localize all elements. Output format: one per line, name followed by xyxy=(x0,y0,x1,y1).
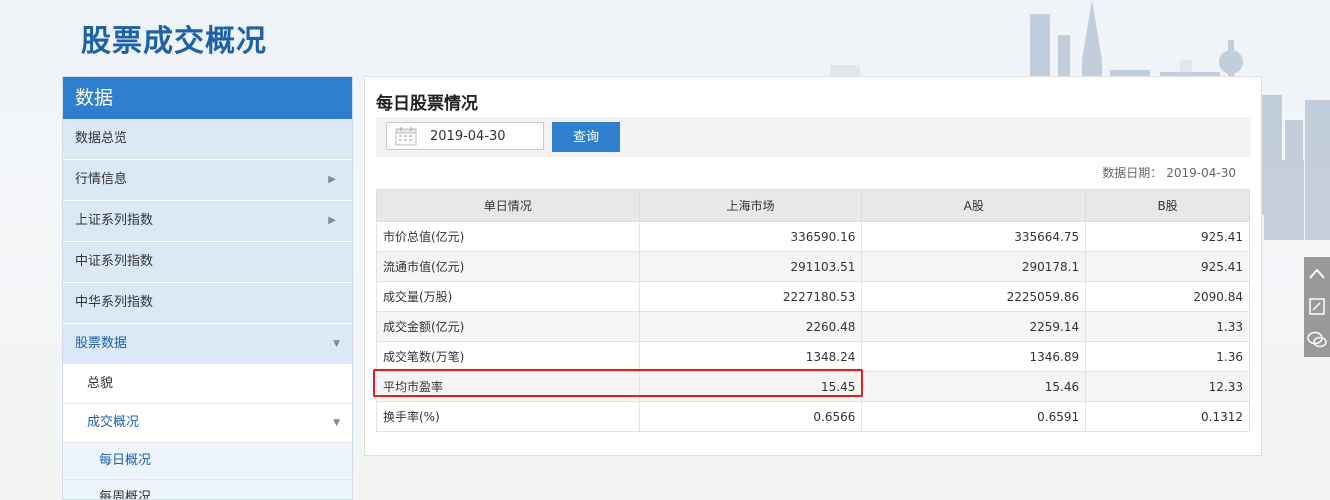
table-row: 换手率(%) 0.6566 0.6591 0.1312 xyxy=(376,401,1250,432)
sidebar-subitem-weekly[interactable]: 每周概况 xyxy=(63,480,352,500)
sidebar-item-label: 中证系列指数 xyxy=(75,254,154,269)
column-header: 单日情况 xyxy=(376,189,640,222)
row-label: 市价总值(亿元) xyxy=(376,221,640,252)
sidebar-item-label: 行情信息 xyxy=(75,172,128,187)
table-row: 市价总值(亿元) 336590.16 335664.75 925.41 xyxy=(376,221,1250,252)
chevron-up-icon[interactable] xyxy=(1304,257,1330,290)
table-row: 成交金额(亿元) 2260.48 2259.14 1.33 xyxy=(376,311,1250,342)
sidebar-item-overview[interactable]: 数据总览 xyxy=(63,119,352,160)
data-date-value: 2019-04-30 xyxy=(1166,166,1236,180)
sidebar-subitem-overview[interactable]: 总貌 xyxy=(63,365,352,404)
chevron-down-icon: ▼ xyxy=(333,418,340,428)
table-cell: 2090.84 xyxy=(1085,281,1250,312)
table-cell: 1.33 xyxy=(1085,311,1250,342)
edit-icon[interactable] xyxy=(1304,290,1330,323)
row-label: 成交笔数(万笔) xyxy=(376,341,640,372)
row-label: 平均市盈率 xyxy=(376,371,640,402)
table-header-row: 单日情况 上海市场 A股 B股 xyxy=(376,189,1250,222)
sidebar-nav: 数据 数据总览 行情信息 ▶ 上证系列指数 ▶ 中证系列指数 中华系列指数 股票… xyxy=(62,76,353,500)
sidebar-subitem-label: 成交概况 xyxy=(87,415,140,430)
sidebar-item-csi-index[interactable]: 中证系列指数 xyxy=(63,242,352,283)
sidebar-subitem-label: 每日概况 xyxy=(99,453,152,468)
sidebar-item-label: 中华系列指数 xyxy=(75,295,154,310)
sidebar-item-sse-index[interactable]: 上证系列指数 ▶ xyxy=(63,201,352,242)
table-cell: 925.41 xyxy=(1085,251,1250,282)
table-cell: 0.6566 xyxy=(638,401,863,432)
row-label: 成交金额(亿元) xyxy=(376,311,640,342)
sidebar-item-label: 股票数据 xyxy=(75,336,128,351)
sidebar-item-china-index[interactable]: 中华系列指数 xyxy=(63,283,352,324)
panel-title: 每日股票情况 xyxy=(376,94,478,114)
sidebar-item-label: 上证系列指数 xyxy=(75,213,154,228)
chevron-right-icon: ▶ xyxy=(328,215,336,226)
table-row: 平均市盈率 15.45 15.46 12.33 xyxy=(376,371,1250,402)
row-label: 成交量(万股) xyxy=(376,281,640,312)
table-cell: 2259.14 xyxy=(861,311,1087,342)
sidebar-subitem-trading[interactable]: 成交概况 ▼ xyxy=(63,404,352,443)
sidebar-subitem-label: 每周概况 xyxy=(99,490,152,500)
table-cell: 291103.51 xyxy=(638,251,863,282)
table-cell: 1346.89 xyxy=(861,341,1087,372)
table-cell: 2225059.86 xyxy=(861,281,1087,312)
stock-summary-table: 单日情况 上海市场 A股 B股 市价总值(亿元) 336590.16 33566… xyxy=(376,189,1250,432)
table-cell: 335664.75 xyxy=(861,221,1087,252)
table-cell: 2260.48 xyxy=(638,311,863,342)
table-cell: 15.46 xyxy=(861,371,1087,402)
date-input-value: 2019-04-30 xyxy=(430,129,506,144)
date-picker[interactable]: 2019-04-30 xyxy=(386,122,544,150)
data-date-label: 数据日期： xyxy=(1102,166,1163,180)
table-cell: 290178.1 xyxy=(861,251,1087,282)
data-date: 数据日期： 2019-04-30 xyxy=(1098,164,1236,181)
row-label: 流通市值(亿元) xyxy=(376,251,640,282)
table-cell: 2227180.53 xyxy=(638,281,863,312)
table-cell: 336590.16 xyxy=(638,221,863,252)
calendar-icon xyxy=(395,127,417,146)
query-toolbar: 2019-04-30 查询 xyxy=(376,117,1251,157)
chevron-down-icon: ▼ xyxy=(333,339,340,349)
row-label: 换手率(%) xyxy=(376,401,640,432)
sidebar-item-market-info[interactable]: 行情信息 ▶ xyxy=(63,160,352,201)
sidebar-subitem-daily[interactable]: 每日概况 xyxy=(63,443,352,480)
query-button[interactable]: 查询 xyxy=(552,122,620,152)
column-header: B股 xyxy=(1085,189,1250,222)
wechat-icon[interactable] xyxy=(1304,323,1330,356)
side-toolbar xyxy=(1304,257,1330,357)
table-cell: 1348.24 xyxy=(638,341,863,372)
table-cell: 0.6591 xyxy=(861,401,1087,432)
chevron-right-icon: ▶ xyxy=(328,174,336,185)
page-title: 股票成交概况 xyxy=(81,24,267,59)
column-header: 上海市场 xyxy=(638,189,863,222)
table-cell: 0.1312 xyxy=(1085,401,1250,432)
table-cell: 15.45 xyxy=(638,371,863,402)
sidebar-subitem-label: 总貌 xyxy=(87,376,114,391)
daily-stock-panel: 每日股票情况 2019-04-30 查询 数据日期： 2019-04-30 单日情… xyxy=(364,76,1262,456)
table-cell: 1.36 xyxy=(1085,341,1250,372)
table-cell: 925.41 xyxy=(1085,221,1250,252)
sidebar-item-label: 数据总览 xyxy=(75,131,128,146)
column-header: A股 xyxy=(861,189,1087,222)
sidebar-header: 数据 xyxy=(63,77,352,119)
table-cell: 12.33 xyxy=(1085,371,1250,402)
sidebar-item-stock-data[interactable]: 股票数据 ▼ xyxy=(63,324,352,365)
table-row: 成交量(万股) 2227180.53 2225059.86 2090.84 xyxy=(376,281,1250,312)
table-row: 成交笔数(万笔) 1348.24 1346.89 1.36 xyxy=(376,341,1250,372)
table-row: 流通市值(亿元) 291103.51 290178.1 925.41 xyxy=(376,251,1250,282)
